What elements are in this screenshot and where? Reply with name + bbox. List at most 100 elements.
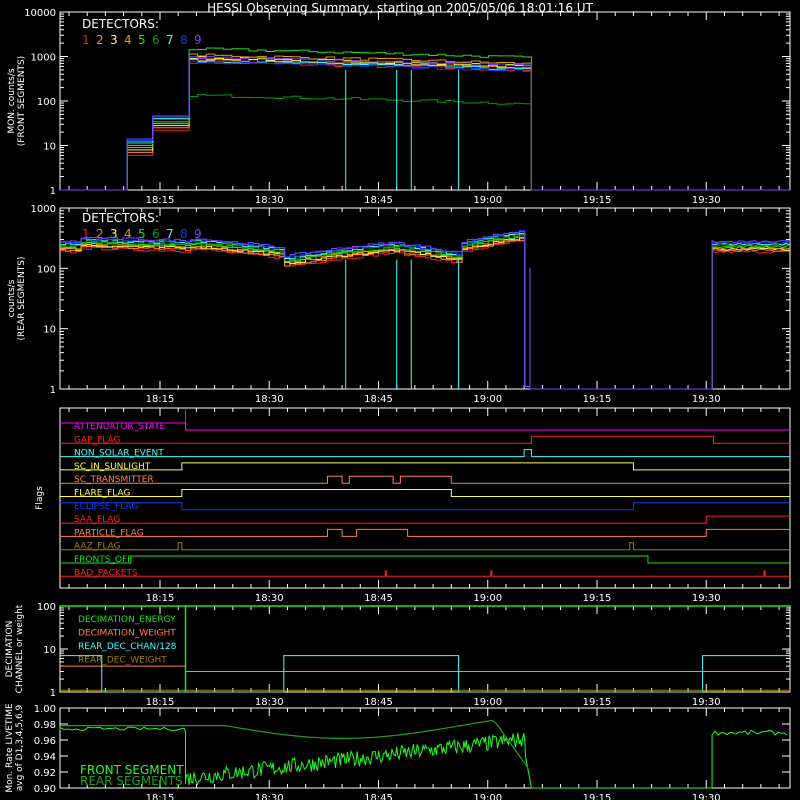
x-tick-label: 18:15: [146, 195, 175, 206]
series-front-detector-6: [60, 94, 790, 191]
y-axis-label: (FRONT SEGMENTS): [17, 56, 27, 146]
flag-label: PARTICLE_FLAG: [74, 528, 144, 538]
series-front-detector-7: [60, 58, 790, 191]
legend-detector-4: 4: [124, 33, 132, 47]
y-tick-label: 10: [43, 325, 56, 336]
series-decimation-weight: [60, 665, 790, 672]
flag-label: ECLIPSE_FLAG: [74, 502, 138, 512]
x-tick-label: 18:15: [146, 793, 175, 800]
x-tick-label: 18:45: [364, 195, 393, 206]
series-rear-detector-1: [60, 239, 791, 390]
y-axis-label: counts/s: [7, 279, 17, 317]
legend-title: DETECTORS:: [82, 17, 159, 31]
legend-detector-6: 6: [152, 33, 160, 47]
x-tick-label: 19:00: [473, 394, 502, 405]
flag-line-aaz_flag: [60, 542, 790, 551]
x-tick-label: 19:30: [692, 593, 721, 604]
flag-label: FRONTS_OFF: [74, 555, 132, 565]
x-tick-label: 19:30: [692, 793, 721, 800]
hessi-summary-figure: 18:15 18:30 18:45 19:00 19:15 19:30 18:15 18:30…: [5, 8, 791, 800]
series-rear-detector-3: [60, 237, 791, 390]
x-tick-label: 18:45: [364, 593, 393, 604]
x-tick-label: 18:45: [364, 394, 393, 405]
x-tick-label: 18:45: [364, 697, 393, 708]
x-tick-label: 19:00: [473, 697, 502, 708]
y-tick-label: 10000: [24, 8, 56, 19]
flag-line-particle_flag: [60, 528, 790, 537]
x-tick-label: 18:30: [255, 793, 284, 800]
y-axis-label: Flags: [35, 486, 45, 510]
x-tick-label: 18:30: [255, 394, 284, 405]
decimation-legend-item: DECIMATION_WEIGHT: [78, 629, 176, 639]
flag-label: BAD_PACKETS: [74, 568, 138, 578]
y-tick-label: 0.90: [34, 784, 56, 795]
flag-line-eclipse_flag: [60, 502, 790, 511]
x-tick-label: 19:15: [583, 593, 612, 604]
legend-detector-1: 1: [82, 33, 90, 47]
flag-label: SC_TRANSMITTER: [74, 475, 154, 485]
legend-detector-7: 7: [166, 33, 174, 47]
decimation-legend-item: REAR_DEC_WEIGHT: [78, 656, 167, 666]
y-tick-label: 1.00: [34, 704, 56, 715]
legend-detector-8: 8: [180, 227, 188, 241]
legend-detector-8: 8: [180, 33, 188, 47]
x-tick-label: 18:15: [146, 697, 175, 708]
flag-label: SAA_FLAG: [74, 515, 120, 525]
y-tick-label: 0.94: [34, 752, 56, 763]
x-tick-label: 18:30: [255, 195, 284, 206]
legend-detector-6: 6: [152, 227, 160, 241]
x-tick-label: 19:00: [473, 195, 502, 206]
y-axis-label: CHANNEL or weight: [15, 604, 25, 693]
y-tick-label: 10: [43, 645, 56, 656]
flag-label: AAZ_FLAG: [74, 542, 121, 552]
x-tick-label: 19:00: [473, 593, 502, 604]
y-tick-label: 1: [50, 688, 56, 699]
y-tick-label: 0.92: [34, 768, 56, 779]
x-tick-label: 19:15: [583, 394, 612, 405]
legend-detector-4: 4: [124, 227, 132, 241]
flag-line-sc_transmitter: [60, 475, 790, 484]
legend-detector-9: 9: [194, 33, 202, 47]
flag-label: SC_IN_SUNLIGHT: [74, 462, 151, 472]
y-tick-label: 1: [50, 385, 56, 396]
x-tick-label: 18:30: [255, 593, 284, 604]
livetime-legend-item: REAR SEGMENTS: [80, 774, 183, 788]
y-tick-label: 1000: [31, 204, 56, 215]
x-tick-label: 18:30: [255, 697, 284, 708]
legend-title: DETECTORS:: [82, 211, 159, 225]
legend-detector-3: 3: [110, 33, 118, 47]
flag-label: ATTENUATOR_STATE: [74, 422, 166, 432]
flag-line-gap_flag: [60, 435, 790, 444]
panel-frame-3: [59, 407, 791, 589]
series-rear-detector-4: [60, 236, 791, 390]
y-tick-label: 0.98: [34, 720, 56, 731]
x-tick-label: 19:15: [583, 697, 612, 708]
x-tick-label: 19:30: [692, 697, 721, 708]
y-tick-label: 10: [43, 142, 56, 153]
y-tick-label: 0.96: [34, 736, 56, 747]
decimation-legend-item: DECIMATION_ENERGY: [78, 615, 176, 625]
flag-label: FLARE_FLAG: [74, 489, 130, 499]
legend-detector-2: 2: [96, 33, 104, 47]
y-tick-label: 1: [50, 186, 56, 197]
flag-line-non_solar_event: [60, 449, 790, 458]
x-tick-label: 19:00: [473, 793, 502, 800]
y-axis-label: DECIMATION: [5, 621, 15, 678]
flag-label: GAP_FLAG: [74, 435, 120, 445]
series-rear-dec-chan: [60, 655, 790, 693]
flag-line-sc_in_sunlight: [60, 462, 790, 471]
decimation-legend-item: REAR_DEC_CHAN/128: [78, 642, 177, 652]
x-tick-label: 18:15: [146, 394, 175, 405]
y-tick-label: 100: [37, 602, 56, 613]
y-axis-label: Mon. Rate LIVETIME: [5, 703, 15, 793]
x-tick-label: 18:15: [146, 593, 175, 604]
y-tick-label: 1000: [31, 53, 56, 64]
flag-line-attenuator_state: [60, 408, 790, 431]
y-axis-label: avg of D1,3,4,5,6,9: [15, 704, 25, 791]
x-tick-label: 19:15: [583, 195, 612, 206]
flag-line-flare_flag: [60, 489, 790, 497]
y-axis-label: MON. counts/s: [7, 68, 17, 133]
legend-detector-5: 5: [138, 33, 146, 47]
x-tick-label: 19:30: [692, 394, 721, 405]
series-rear-detector-2: [60, 239, 791, 390]
